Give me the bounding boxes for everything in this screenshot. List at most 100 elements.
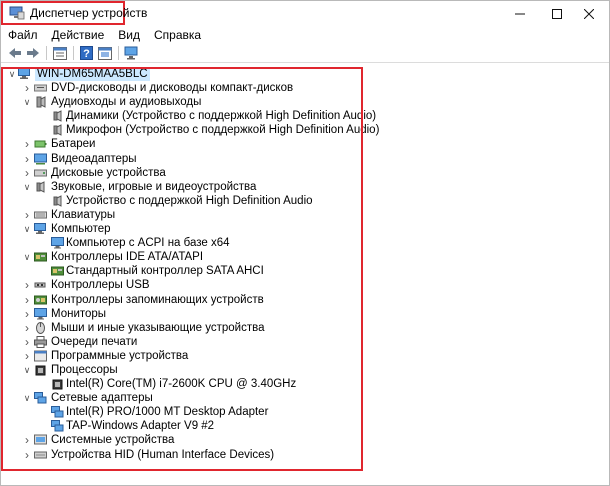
monitor-icon xyxy=(34,307,47,320)
expand-arrow-right-icon[interactable]: › xyxy=(22,349,32,363)
tree-node[interactable]: › Программные устройства xyxy=(1,349,361,363)
toolbar-separator xyxy=(46,46,47,60)
tree-node[interactable]: › Системные устройства xyxy=(1,433,361,447)
tree-node[interactable]: › Клавиатуры xyxy=(1,208,361,222)
speaker-icon xyxy=(53,195,62,207)
tree-node[interactable]: › Видеоадаптеры xyxy=(1,152,361,166)
software-device-icon xyxy=(34,350,47,362)
expand-arrow-down-icon[interactable]: ∨ xyxy=(22,95,32,109)
expand-arrow-down-icon[interactable]: ∨ xyxy=(22,391,32,405)
close-button[interactable] xyxy=(569,1,609,26)
menu-action[interactable]: Действие xyxy=(45,26,112,44)
forward-arrow-icon xyxy=(26,48,39,58)
device-label: Контроллеры запоминающих устройств xyxy=(51,293,264,306)
tree-node[interactable]: Intel(R) PRO/1000 MT Desktop Adapter xyxy=(1,405,361,419)
expand-arrow-right-icon[interactable]: › xyxy=(22,448,32,462)
tree-node[interactable]: › Очереди печати xyxy=(1,335,361,349)
tree-node[interactable]: Устройство с поддержкой High Definition … xyxy=(1,194,361,208)
expand-arrow-right-icon[interactable]: › xyxy=(22,293,32,307)
device-label: Устройство с поддержкой High Definition … xyxy=(66,194,313,207)
tree-node[interactable]: › Дисковые устройства xyxy=(1,166,361,180)
speaker-icon xyxy=(53,110,62,123)
scan-hardware-button[interactable] xyxy=(123,45,140,61)
minimize-icon xyxy=(515,13,525,14)
expand-arrow-down-icon[interactable]: ∨ xyxy=(22,250,32,264)
update-driver-button[interactable] xyxy=(96,45,113,61)
help-button[interactable]: ? xyxy=(78,45,95,61)
computer-icon xyxy=(34,223,46,235)
expand-arrow-right-icon[interactable]: › xyxy=(22,152,32,166)
tree-node[interactable]: TAP-Windows Adapter V9 #2 xyxy=(1,419,361,433)
expand-arrow-down-icon[interactable]: ∨ xyxy=(7,67,17,81)
computer-name-label: WIN-DM65MAA5BLC xyxy=(35,67,150,81)
sound-device-icon xyxy=(36,180,45,193)
device-label: Контроллеры IDE ATA/ATAPI xyxy=(51,251,204,264)
properties-icon xyxy=(52,46,67,60)
device-label: Видеоадаптеры xyxy=(51,152,137,165)
device-manager-app-icon xyxy=(9,6,25,20)
expand-arrow-right-icon[interactable]: › xyxy=(22,81,32,95)
device-label: Микрофон (Устройство с поддержкой High D… xyxy=(66,124,380,137)
expand-arrow-down-icon[interactable]: ∨ xyxy=(22,180,32,194)
device-tree-pane[interactable]: ∨ WIN-DM65MAA5BLC › DVD-дисководы и дисково… xyxy=(1,62,609,486)
tree-node[interactable]: ∨ Звуковые, игровые и видеоустройства xyxy=(1,180,361,194)
tree-node[interactable]: ∨ Процессоры xyxy=(1,363,361,377)
tree-node[interactable]: › Устройства HID (Human Interface Devices… xyxy=(1,448,361,462)
device-label: Звуковые, игровые и видеоустройства xyxy=(51,180,257,193)
expand-arrow-down-icon[interactable]: ∨ xyxy=(22,222,32,236)
forward-button[interactable] xyxy=(24,45,41,61)
tree-node[interactable]: Intel(R) Core(TM) i7-2600K CPU @ 3.40GHz xyxy=(1,377,361,391)
tree-node[interactable]: ∨ Аудиовходы и аудиовыходы xyxy=(1,95,361,109)
properties-button[interactable] xyxy=(51,45,68,61)
tree-root-node[interactable]: ∨ WIN-DM65MAA5BLC xyxy=(1,67,361,81)
expand-arrow-right-icon[interactable]: › xyxy=(22,307,32,321)
processor-icon xyxy=(35,365,46,376)
processor-icon xyxy=(52,379,63,390)
audio-io-icon xyxy=(36,96,46,108)
usb-icon xyxy=(34,282,46,288)
device-label: TAP-Windows Adapter V9 #2 xyxy=(66,420,215,433)
disk-drive-icon xyxy=(34,169,47,177)
update-driver-icon xyxy=(97,46,112,60)
tree-node[interactable]: › Мониторы xyxy=(1,307,361,321)
tree-node[interactable]: Стандартный контроллер SATA AHCI xyxy=(1,264,361,278)
help-icon: ? xyxy=(80,46,93,60)
window-title: Диспетчер устройств xyxy=(30,6,148,20)
device-label: Intel(R) Core(TM) i7-2600K CPU @ 3.40GHz xyxy=(66,378,297,391)
monitor-icon xyxy=(51,237,64,249)
expand-arrow-right-icon[interactable]: › xyxy=(22,335,32,349)
tree-node[interactable]: ∨ Контроллеры IDE ATA/ATAPI xyxy=(1,250,361,264)
tree-node[interactable]: Компьютер с ACPI на базе x64 xyxy=(1,236,361,250)
tree-node[interactable]: Динамики (Устройство с поддержкой High D… xyxy=(1,109,376,123)
back-button[interactable] xyxy=(6,45,23,61)
microphone-icon xyxy=(53,124,62,137)
tree-node[interactable]: › DVD-дисководы и дисководы компакт-диско… xyxy=(1,81,361,95)
back-arrow-icon xyxy=(8,48,21,58)
expand-arrow-right-icon[interactable]: › xyxy=(22,278,32,292)
device-label: Сетевые адаптеры xyxy=(51,392,153,405)
device-label: Компьютер xyxy=(51,223,111,236)
expand-arrow-right-icon[interactable]: › xyxy=(22,137,32,151)
tree-node[interactable]: ∨ Сетевые адаптеры xyxy=(1,391,361,405)
close-icon xyxy=(584,8,594,19)
display-adapter-icon xyxy=(34,153,47,165)
expand-arrow-right-icon[interactable]: › xyxy=(22,208,32,222)
device-label: Контроллеры USB xyxy=(51,279,150,292)
menu-help[interactable]: Справка xyxy=(147,26,208,44)
tree-node[interactable]: › Мыши и иные указывающие устройства xyxy=(1,321,361,335)
tree-node[interactable]: Микрофон (Устройство с поддержкой High D… xyxy=(1,123,379,137)
svg-text:?: ? xyxy=(83,48,90,60)
system-device-icon xyxy=(34,434,47,445)
tree-node[interactable]: › Контроллеры USB xyxy=(1,278,361,292)
expand-arrow-right-icon[interactable]: › xyxy=(22,321,32,335)
menu-view[interactable]: Вид xyxy=(111,26,147,44)
expand-arrow-right-icon[interactable]: › xyxy=(22,433,32,447)
expand-arrow-down-icon[interactable]: ∨ xyxy=(22,363,32,377)
title-bar[interactable]: Диспетчер устройств xyxy=(1,1,609,26)
device-label: Батареи xyxy=(51,138,96,151)
tree-node[interactable]: › Батареи xyxy=(1,137,361,151)
expand-arrow-right-icon[interactable]: › xyxy=(22,166,32,180)
tree-node[interactable]: › Контроллеры запоминающих устройств xyxy=(1,293,361,307)
tree-node[interactable]: ∨ Компьютер xyxy=(1,222,361,236)
menu-file[interactable]: Файл xyxy=(1,26,45,44)
